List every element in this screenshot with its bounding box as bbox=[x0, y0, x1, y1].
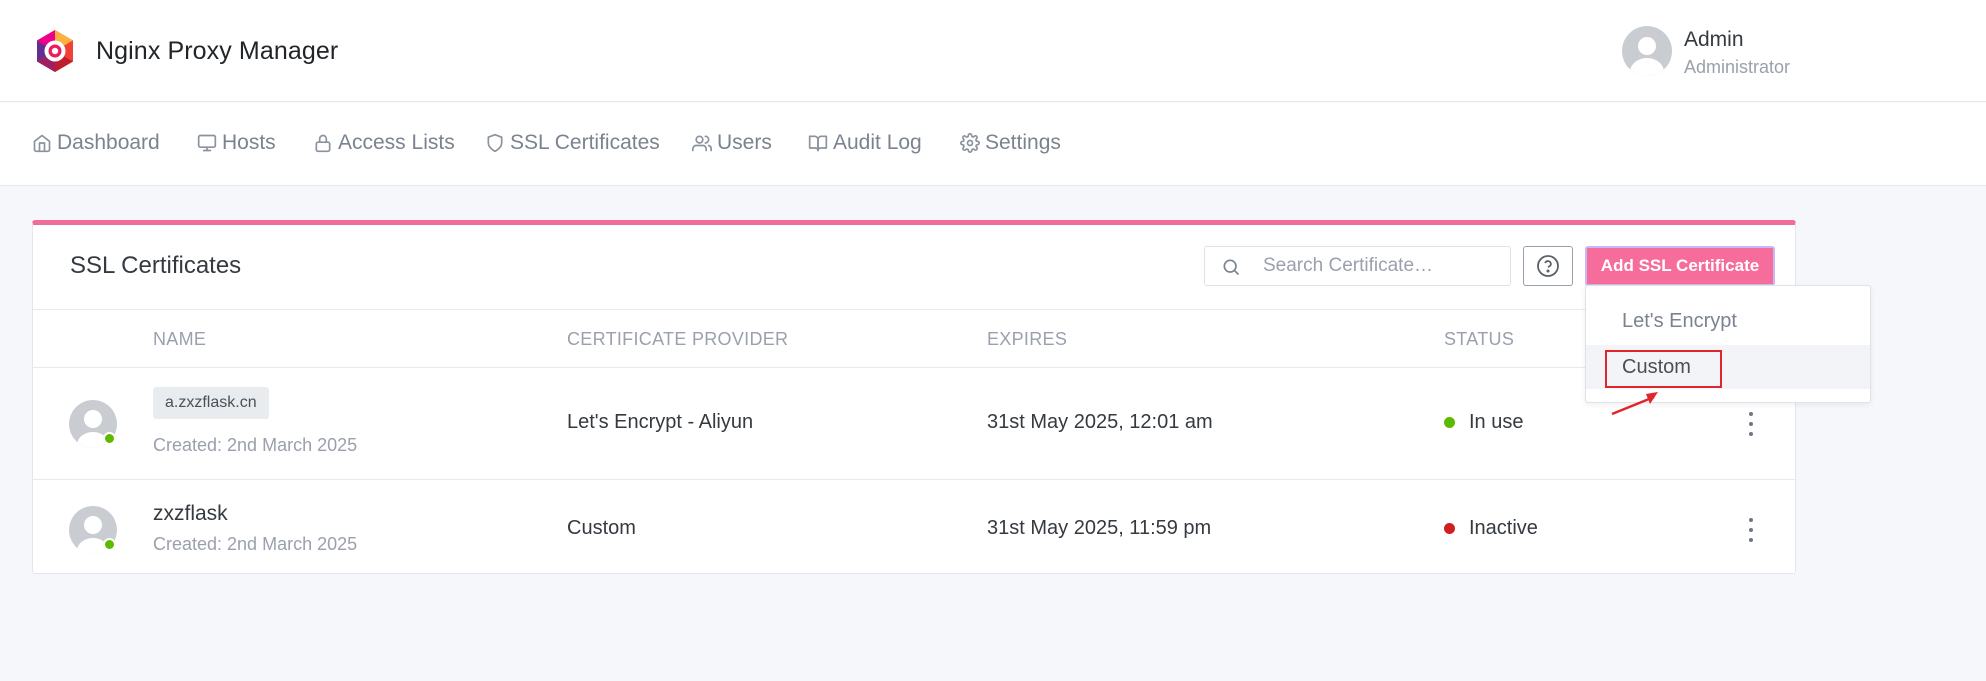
nav-item-audit-log[interactable]: Audit Log bbox=[808, 131, 922, 155]
shield-icon bbox=[487, 133, 503, 153]
expires-date: 31st May 2025, 12:01 am bbox=[987, 411, 1213, 433]
status-badge: Inactive bbox=[1444, 517, 1538, 540]
search-icon bbox=[1223, 259, 1240, 276]
online-status-dot bbox=[103, 538, 116, 551]
created-date: Created: 2nd March 2025 bbox=[153, 435, 358, 455]
certificate-name: zxzflask bbox=[153, 502, 228, 525]
monitor-icon bbox=[197, 134, 217, 152]
nav-item-hosts[interactable]: Hosts bbox=[197, 131, 276, 155]
table-row[interactable]: zxzflask Created: 2nd March 2025 Custom … bbox=[33, 480, 1795, 579]
help-button[interactable] bbox=[1523, 246, 1573, 286]
book-icon bbox=[808, 135, 828, 152]
top-header: Nginx Proxy Manager Admin Administrator bbox=[0, 0, 1986, 102]
nav-label: Hosts bbox=[222, 131, 276, 154]
user-name: Admin bbox=[1684, 28, 1744, 51]
nav-label: SSL Certificates bbox=[510, 131, 660, 154]
annotation-arrow-icon bbox=[1611, 392, 1658, 416]
lock-icon bbox=[315, 134, 331, 153]
certificate-provider: Let's Encrypt - Aliyun bbox=[567, 411, 754, 433]
nginx-proxy-manager-logo bbox=[37, 30, 73, 72]
brand[interactable]: Nginx Proxy Manager bbox=[32, 28, 338, 74]
table-row[interactable]: a.zxzflask.cn Created: 2nd March 2025 Le… bbox=[33, 368, 1795, 480]
nav-label: Access Lists bbox=[338, 131, 455, 154]
card-header: SSL Certificates Add SSL Certificate bbox=[33, 225, 1795, 310]
nav-label: Dashboard bbox=[57, 131, 160, 154]
person-icon bbox=[1630, 37, 1664, 76]
nav-label: Audit Log bbox=[833, 131, 922, 154]
status-badge: In use bbox=[1444, 411, 1523, 434]
user-avatar[interactable] bbox=[1622, 26, 1672, 76]
row-actions-menu-icon[interactable] bbox=[1747, 518, 1755, 542]
add-ssl-certificate-button[interactable]: Add SSL Certificate bbox=[1585, 246, 1775, 286]
column-header-status: STATUS bbox=[1444, 329, 1515, 349]
home-icon bbox=[33, 134, 51, 153]
created-date: Created: 2nd March 2025 bbox=[153, 534, 358, 554]
nav-item-settings[interactable]: Settings bbox=[960, 131, 1061, 155]
nav-item-users[interactable]: Users bbox=[692, 131, 772, 155]
nav-label: Settings bbox=[985, 131, 1061, 154]
ssl-certificates-card: SSL Certificates Add SSL Certificate NAM… bbox=[32, 220, 1796, 574]
column-header-name: NAME bbox=[153, 329, 207, 349]
expires-date: 31st May 2025, 11:59 pm bbox=[987, 517, 1212, 539]
gear-icon bbox=[960, 133, 980, 153]
main-nav: Dashboard Hosts Access Lists SSL Certifi… bbox=[0, 103, 1986, 186]
search-box[interactable] bbox=[1204, 246, 1511, 286]
column-header-provider: CERTIFICATE PROVIDER bbox=[567, 329, 789, 349]
annotation-highlight-box bbox=[1605, 350, 1722, 388]
status-text: Inactive bbox=[1469, 517, 1538, 539]
nav-item-ssl-certificates[interactable]: SSL Certificates bbox=[485, 131, 660, 155]
column-header-expires: EXPIRES bbox=[987, 329, 1068, 349]
user-menu[interactable]: Admin Administrator bbox=[1622, 26, 1790, 78]
nav-label: Users bbox=[717, 131, 772, 154]
status-dot bbox=[1444, 523, 1455, 534]
search-input[interactable] bbox=[1263, 253, 1498, 279]
app-title: Nginx Proxy Manager bbox=[96, 36, 339, 65]
row-actions-menu-icon[interactable] bbox=[1747, 412, 1755, 436]
online-status-dot bbox=[103, 432, 116, 445]
users-icon bbox=[692, 135, 712, 152]
status-text: In use bbox=[1469, 411, 1524, 433]
user-role: Administrator bbox=[1684, 57, 1791, 77]
certificate-provider: Custom bbox=[567, 517, 636, 539]
nav-item-dashboard[interactable]: Dashboard bbox=[32, 131, 160, 155]
nav-item-access-lists[interactable]: Access Lists bbox=[313, 131, 455, 155]
dropdown-item-lets-encrypt[interactable]: Let's Encrypt bbox=[1586, 299, 1870, 343]
certificate-name: a.zxzflask.cn bbox=[153, 387, 269, 419]
status-dot bbox=[1444, 417, 1455, 428]
card-title: SSL Certificates bbox=[70, 252, 242, 279]
help-icon bbox=[1537, 255, 1559, 277]
